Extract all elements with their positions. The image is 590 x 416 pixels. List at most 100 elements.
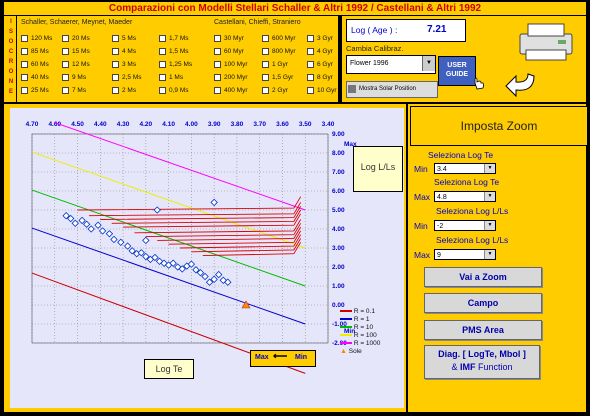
checkbox-icon[interactable] <box>21 35 28 42</box>
age-checkbox[interactable]: 4 Gyr <box>307 48 333 55</box>
mass-checkbox[interactable]: 3 Ms <box>112 61 136 68</box>
mass-checkbox[interactable]: 15 Ms <box>62 48 90 55</box>
checkbox-icon[interactable] <box>112 61 119 68</box>
age-checkbox[interactable]: 600 Myr <box>262 35 295 42</box>
checkbox-icon[interactable] <box>307 35 314 42</box>
star-point <box>82 220 91 228</box>
checkbox-icon[interactable] <box>159 61 166 68</box>
checkbox-icon[interactable] <box>112 35 119 42</box>
chevron-down-icon[interactable]: ▼ <box>484 164 495 173</box>
vai-zoom-button[interactable]: Vai a Zoom <box>424 267 542 287</box>
age-checkbox[interactable]: 1,5 Gyr <box>262 74 293 81</box>
ll-max-select[interactable]: 9 ▼ <box>434 249 496 260</box>
mass-checkbox[interactable]: 0,9 Ms <box>159 87 189 94</box>
mass-checkbox[interactable]: 1 Ms <box>159 74 183 81</box>
checkbox-icon[interactable] <box>307 87 314 94</box>
user-guide-label: USER GUIDE <box>445 62 469 78</box>
checkbox-icon[interactable] <box>62 87 69 94</box>
calibraz-label: Cambia Calibraz. <box>346 44 404 53</box>
mass-checkbox[interactable]: 20 Ms <box>62 35 90 42</box>
calibration-select[interactable]: Flower 1996 ▼ <box>346 55 436 74</box>
checkbox-icon[interactable] <box>112 87 119 94</box>
checkbox-icon[interactable] <box>159 48 166 55</box>
checkbox-icon[interactable] <box>262 74 269 81</box>
checkbox-icon[interactable] <box>307 48 314 55</box>
hr-diagram[interactable]: 4.70 4.60 4.50 4.40 4.30 4.20 4.10 4.00 3.90 3.80… <box>10 108 404 408</box>
checkbox-icon[interactable] <box>262 35 269 42</box>
te-min-select[interactable]: 3.4 ▼ <box>434 163 496 174</box>
campo-button[interactable]: Campo <box>424 293 542 313</box>
mass-checkbox[interactable]: 7 Ms <box>62 87 86 94</box>
age-checkbox[interactable]: 100 Myr <box>214 61 247 68</box>
age-checkbox[interactable]: 2 Gyr <box>262 87 288 94</box>
chevron-down-icon[interactable]: ▼ <box>484 250 495 259</box>
age-checkbox[interactable]: 8 Gyr <box>307 74 333 81</box>
checkbox-icon[interactable] <box>62 35 69 42</box>
checkbox-icon[interactable] <box>21 74 28 81</box>
mass-checkbox[interactable]: 5 Ms <box>112 35 136 42</box>
checkbox-icon[interactable] <box>307 61 314 68</box>
checkbox-icon[interactable] <box>214 61 221 68</box>
checkbox-icon[interactable] <box>159 74 166 81</box>
age-checkbox[interactable]: 60 Myr <box>214 48 244 55</box>
checkbox-icon[interactable] <box>62 61 69 68</box>
chevron-down-icon[interactable]: ▼ <box>422 56 435 71</box>
y-tick-label: 8.00 <box>332 150 345 157</box>
checkbox-icon[interactable] <box>62 48 69 55</box>
checkbox-icon[interactable] <box>159 35 166 42</box>
mass-checkbox[interactable]: 4 Ms <box>112 48 136 55</box>
age-checkbox[interactable]: 6 Gyr <box>307 61 333 68</box>
mass-checkbox[interactable]: 40 Ms <box>21 74 49 81</box>
mass-checkbox[interactable]: 2 Ms <box>112 87 136 94</box>
mass-checkbox[interactable]: 85 Ms <box>21 48 49 55</box>
checkbox-icon[interactable] <box>262 87 269 94</box>
checkbox-icon[interactable] <box>21 48 28 55</box>
diag-imf-button[interactable]: Diag. [ LogTe, Mbol ] & IMF Function <box>424 345 540 379</box>
checkbox-icon[interactable] <box>262 48 269 55</box>
chevron-down-icon[interactable]: ▼ <box>484 192 495 201</box>
age-checkbox[interactable]: 3 Gyr <box>307 35 333 42</box>
mass-checkbox[interactable]: 9 Ms <box>62 74 86 81</box>
sun-marker-icon: ▲ <box>340 348 347 355</box>
mass-checkbox[interactable]: 1,25 Ms <box>159 61 192 68</box>
checkbox-icon[interactable] <box>214 74 221 81</box>
checkbox-icon[interactable] <box>214 35 221 42</box>
mass-checkbox[interactable]: 120 Ms <box>21 35 52 42</box>
pms-area-button[interactable]: PMS Area <box>424 320 542 340</box>
y-tick-label: 6.00 <box>332 188 345 195</box>
te-min-label: Min <box>414 164 428 174</box>
te-max-value: 4.8 <box>437 194 447 201</box>
age-checkbox[interactable]: 10 Gyr <box>307 87 337 94</box>
checkbox-icon[interactable] <box>159 87 166 94</box>
checkbox-icon[interactable] <box>62 74 69 81</box>
printer-icon[interactable] <box>514 20 578 64</box>
mass-checkbox[interactable]: 12 Ms <box>62 61 90 68</box>
age-checkbox[interactable]: 800 Myr <box>262 48 295 55</box>
y-tick-label: 7.00 <box>332 169 345 176</box>
star-point <box>142 236 150 245</box>
mass-checkbox[interactable]: 60 Ms <box>21 61 49 68</box>
checkbox-icon[interactable] <box>214 48 221 55</box>
mass-checkbox[interactable]: 25 Ms <box>21 87 49 94</box>
checkbox-icon[interactable] <box>21 87 28 94</box>
checkbox-icon[interactable] <box>21 61 28 68</box>
age-checkbox[interactable]: 200 Myr <box>214 74 247 81</box>
age-checkbox[interactable]: 400 Myr <box>214 87 247 94</box>
checkbox-icon[interactable] <box>214 87 221 94</box>
mass-checkbox[interactable]: 2,5 Ms <box>112 74 142 81</box>
mass-checkbox[interactable]: 1,7 Ms <box>159 35 189 42</box>
checkbox-icon[interactable] <box>307 74 314 81</box>
age-checkbox[interactable]: 30 Myr <box>214 35 244 42</box>
back-arrow-icon[interactable] <box>504 68 538 98</box>
te-max-select[interactable]: 4.8 ▼ <box>434 191 496 202</box>
evolution-track <box>77 196 302 211</box>
chevron-down-icon[interactable]: ▼ <box>484 221 495 230</box>
checkbox-icon[interactable] <box>112 48 119 55</box>
ll-min-select[interactable]: -2 ▼ <box>434 220 496 231</box>
mass-checkbox[interactable]: 1,5 Ms <box>159 48 189 55</box>
checkbox-icon[interactable] <box>112 74 119 81</box>
checkbox-icon[interactable] <box>262 61 269 68</box>
user-guide-button[interactable]: USER GUIDE <box>438 56 476 86</box>
age-checkbox[interactable]: 1 Gyr <box>262 61 288 68</box>
solar-position-button[interactable]: Mostra Solar Position <box>346 81 438 98</box>
